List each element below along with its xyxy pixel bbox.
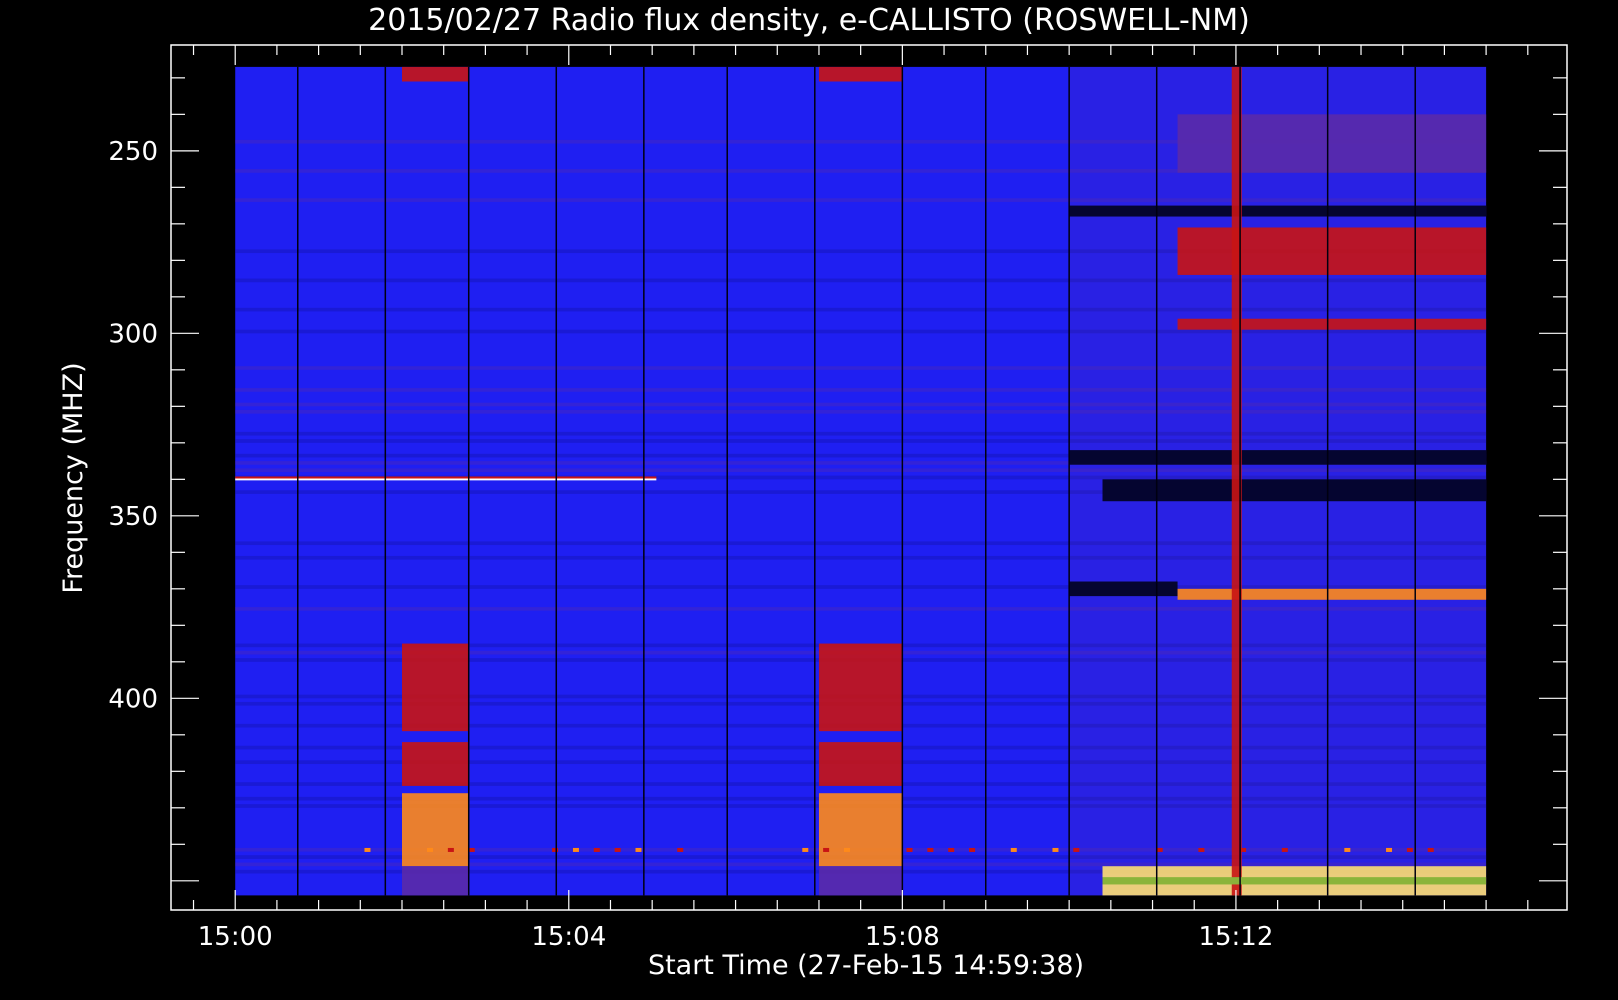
x-tick-label: 15:12 [1198, 922, 1273, 952]
burst-green-strip [1102, 877, 1487, 885]
burst-dot [635, 847, 642, 852]
x-axis-label: Start Time (27-Feb-15 14:59:38) [648, 950, 1084, 981]
dark-band [1069, 450, 1487, 465]
burst-dot [552, 847, 559, 852]
burst-dot [823, 847, 830, 852]
y-tick-labels: 250 300 350 400 [108, 137, 158, 714]
y-tick-label: 250 [108, 137, 158, 167]
dark-band [1069, 581, 1178, 597]
burst-red [1177, 318, 1487, 330]
burst-dot [1344, 847, 1351, 852]
x-tick-label: 15:04 [531, 922, 606, 952]
dark-band [1102, 479, 1487, 502]
y-axis-label: Frequency (MHZ) [58, 362, 89, 593]
chart-title: 2015/02/27 Radio flux density, e-CALLIST… [368, 3, 1250, 38]
burst-purple [818, 866, 903, 896]
burst-red [818, 66, 903, 82]
burst-purple [1177, 114, 1487, 173]
burst-dot [1052, 847, 1059, 852]
burst-orange [1177, 588, 1487, 600]
burst-dot [1406, 847, 1413, 852]
burst-dot [572, 847, 579, 852]
burst-dot [677, 847, 684, 852]
burst-dot [427, 847, 434, 852]
burst-dot [593, 847, 600, 852]
burst-dot [447, 847, 454, 852]
burst-red [401, 66, 469, 82]
x-tick-label: 15:08 [865, 922, 940, 952]
spectrogram-chart: 2015/02/27 Radio flux density, e-CALLIST… [58, 3, 1568, 981]
burst-red [401, 742, 469, 786]
burst-red [818, 643, 903, 732]
dark-band [1069, 205, 1487, 217]
burst-dot [948, 847, 955, 852]
burst-purple [401, 866, 469, 896]
burst-dot [927, 847, 934, 852]
y-tick-label: 400 [108, 684, 158, 714]
burst-dot [1240, 847, 1247, 852]
burst-dot [468, 847, 475, 852]
burst-red [401, 643, 469, 732]
y-tick-label: 300 [108, 319, 158, 349]
burst-red [818, 742, 903, 786]
x-tick-labels: 15:00 15:04 15:08 15:12 [198, 922, 1274, 952]
burst-orange [401, 793, 469, 867]
burst-dot [1073, 847, 1080, 852]
burst-dot [364, 847, 371, 852]
burst-dot [1156, 847, 1163, 852]
burst-dot [1010, 847, 1017, 852]
burst-red [1177, 227, 1487, 275]
burst-dot [1281, 847, 1288, 852]
burst-dot [1427, 847, 1434, 852]
burst-dot [802, 847, 809, 852]
burst-dot [1386, 847, 1393, 852]
burst-dot [906, 847, 913, 852]
heatmap-area [235, 66, 1487, 896]
x-tick-label: 15:00 [198, 922, 273, 952]
burst-dot [1198, 847, 1205, 852]
burst-orange [818, 793, 903, 867]
burst-dot [969, 847, 976, 852]
burst-dot [843, 847, 850, 852]
y-tick-label: 350 [108, 502, 158, 532]
burst-dot [614, 847, 621, 852]
